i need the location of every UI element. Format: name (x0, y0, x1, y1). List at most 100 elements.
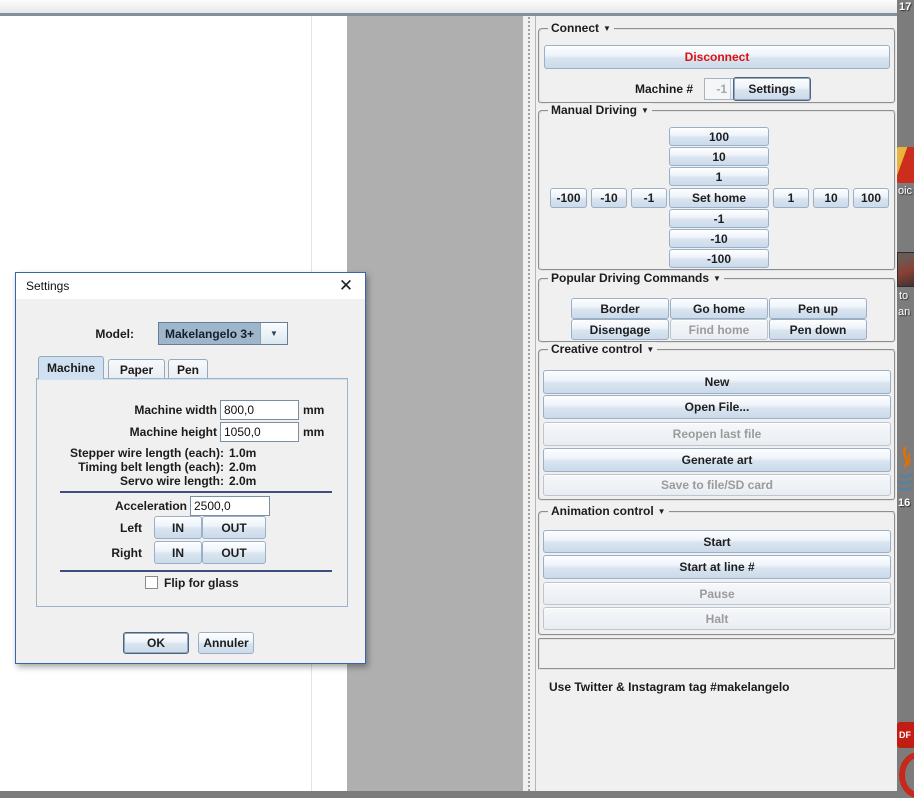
reopen-last-file-button: Reopen last file (543, 422, 891, 446)
machine-height-label: Machine height (129, 425, 217, 439)
stepper-wire-label: Stepper wire length (each): (69, 446, 224, 460)
pdf-file-icon[interactable]: DF (897, 722, 914, 798)
model-label: Model: (95, 327, 134, 341)
machine-width-input[interactable] (220, 400, 299, 420)
jog-x-minus-1-button[interactable]: -1 (631, 188, 667, 208)
pen-up-button[interactable]: Pen up (769, 298, 867, 319)
flip-for-glass-checkbox[interactable] (145, 576, 158, 589)
generate-art-button[interactable]: Generate art (543, 448, 891, 472)
right-in-button[interactable]: IN (154, 541, 202, 564)
tab-machine[interactable]: Machine (38, 356, 104, 379)
tab-paper[interactable]: Paper (108, 359, 165, 379)
new-button[interactable]: New (543, 370, 891, 394)
jog-y-minus-100-button[interactable]: -100 (669, 249, 769, 268)
menubar-strip (0, 0, 897, 14)
popular-commands-group: Popular Driving Commands ▼ Border Go home… (538, 271, 896, 343)
jog-y-plus-10-button[interactable]: 10 (669, 147, 769, 166)
creative-control-title-text: Creative control (551, 342, 643, 356)
acceleration-label: Acceleration (114, 499, 187, 513)
machine-width-label: Machine width (134, 403, 217, 417)
separator-line (60, 570, 332, 572)
servo-wire-value: 2.0m (229, 474, 257, 488)
machine-height-unit: mm (303, 425, 325, 439)
popular-commands-title-text: Popular Driving Commands (551, 271, 710, 285)
find-home-button: Find home (670, 319, 768, 340)
acceleration-input[interactable] (190, 496, 270, 516)
pdf-badge: DF (897, 722, 914, 748)
start-at-line-button[interactable]: Start at line # (543, 555, 891, 579)
tab-pen[interactable]: Pen (168, 359, 208, 379)
close-icon[interactable]: ✕ (331, 273, 361, 299)
jog-x-plus-100-button[interactable]: 100 (853, 188, 889, 208)
right-motor-label: Right (111, 546, 142, 560)
jog-x-plus-10-button[interactable]: 10 (813, 188, 849, 208)
status-box (538, 638, 896, 670)
jog-y-minus-1-button[interactable]: -1 (669, 209, 769, 228)
jog-y-minus-10-button[interactable]: -10 (669, 229, 769, 248)
chevron-down-icon: ▼ (657, 507, 666, 516)
cancel-button[interactable]: Annuler (198, 632, 254, 654)
ok-button[interactable]: OK (123, 632, 189, 654)
creative-control-group: Creative control ▼ New Open File... Reope… (538, 342, 896, 501)
machine-tab-panel: Machine width mm Machine height mm Stepp… (36, 378, 348, 607)
disengage-button[interactable]: Disengage (571, 319, 669, 340)
manual-driving-group: Manual Driving ▼ 100 10 1 -100 -10 -1 Set… (538, 103, 896, 271)
pdf-swirl-graphic (899, 752, 914, 798)
desktop-strip: 17 oic to an 16 DF (897, 0, 914, 798)
start-button[interactable]: Start (543, 530, 891, 553)
machine-number-label: Machine # (635, 82, 694, 96)
jog-y-plus-1-button[interactable]: 1 (669, 167, 769, 186)
popular-commands-group-title: Popular Driving Commands ▼ (548, 271, 724, 286)
manual-driving-title-text: Manual Driving (551, 103, 638, 117)
machine-number-value: -1 (716, 82, 727, 96)
java-app-icon[interactable] (897, 446, 914, 496)
go-home-button[interactable]: Go home (670, 298, 768, 319)
disconnect-button[interactable]: Disconnect (544, 45, 890, 69)
save-to-file-button: Save to file/SD card (543, 474, 891, 496)
settings-button[interactable]: Settings (733, 77, 811, 101)
left-in-button[interactable]: IN (154, 516, 202, 539)
pdf-file-icon[interactable] (897, 147, 914, 183)
jog-y-plus-100-button[interactable]: 100 (669, 127, 769, 146)
manual-driving-group-title: Manual Driving ▼ (548, 103, 652, 118)
left-out-button[interactable]: OUT (202, 516, 266, 539)
desktop-text-fragment: 17 (899, 1, 912, 13)
timing-belt-value: 2.0m (229, 460, 257, 474)
model-combo[interactable]: Makelangelo 3+ ▼ (158, 322, 288, 345)
halt-button: Halt (543, 607, 891, 630)
split-pane-divider[interactable] (523, 16, 535, 791)
java-logo-graphic (897, 446, 914, 491)
dialog-titlebar[interactable]: Settings ✕ (16, 273, 365, 299)
border-button[interactable]: Border (571, 298, 669, 319)
set-home-button[interactable]: Set home (669, 188, 769, 208)
pdf-icon-label: oic (898, 185, 913, 197)
photo-icon-label-line2: an (898, 306, 911, 318)
machine-width-unit: mm (303, 403, 325, 417)
photo-icon-label-line1: to (899, 290, 909, 302)
jog-x-minus-10-button[interactable]: -10 (591, 188, 627, 208)
preview-background[interactable] (347, 16, 523, 791)
connect-group-title: Connect ▼ (548, 21, 614, 36)
jog-x-plus-1-button[interactable]: 1 (773, 188, 809, 208)
jog-x-minus-100-button[interactable]: -100 (550, 188, 587, 208)
animation-control-group-title: Animation control ▼ (548, 504, 669, 519)
stepper-wire-value: 1.0m (229, 446, 257, 460)
chevron-down-icon: ▼ (603, 24, 611, 33)
open-file-button[interactable]: Open File... (543, 395, 891, 419)
animation-control-title-text: Animation control (551, 504, 654, 518)
pause-button: Pause (543, 582, 891, 605)
servo-wire-label: Servo wire length: (119, 474, 224, 488)
photo-file-icon[interactable] (897, 252, 914, 287)
chevron-down-icon: ▼ (713, 274, 721, 283)
flip-for-glass-label: Flip for glass (164, 576, 239, 590)
chevron-down-icon: ▼ (641, 106, 649, 115)
connect-title-text: Connect (551, 21, 599, 35)
chevron-down-icon[interactable]: ▼ (260, 323, 287, 344)
pen-down-button[interactable]: Pen down (769, 319, 867, 340)
model-combo-value: Makelangelo 3+ (159, 323, 260, 344)
right-out-button[interactable]: OUT (202, 541, 266, 564)
connect-group: Connect ▼ Disconnect Machine # -1 ▼ Setti… (538, 21, 896, 104)
machine-height-input[interactable] (220, 422, 299, 442)
control-panel: Connect ▼ Disconnect Machine # -1 ▼ Setti… (535, 16, 898, 791)
timing-belt-label: Timing belt length (each): (78, 460, 224, 474)
